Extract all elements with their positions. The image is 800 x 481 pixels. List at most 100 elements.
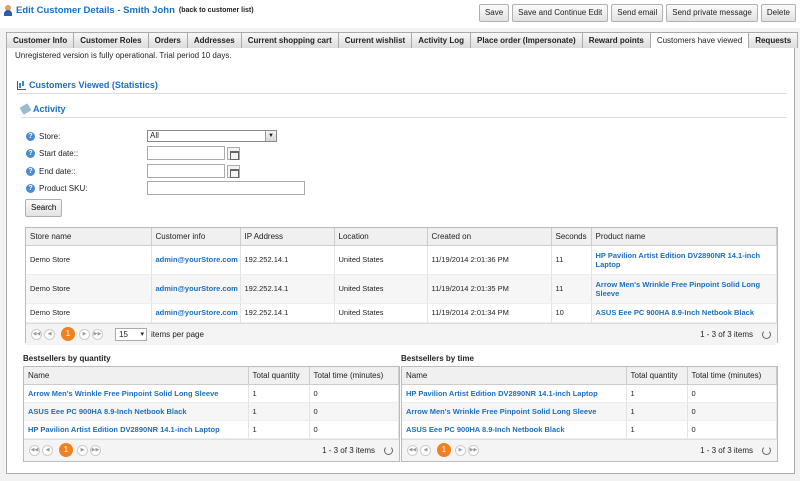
pager-info: 1 - 3 of 3 items bbox=[700, 445, 753, 455]
chevron-down-icon: ▼ bbox=[265, 131, 276, 141]
name-cell: HP Pavilion Artist Edition DV2890NR 14.1… bbox=[24, 420, 249, 439]
first-page-icon[interactable]: ◀◀ bbox=[29, 444, 40, 456]
tab-orders[interactable]: Orders bbox=[147, 32, 188, 48]
prev-page-icon[interactable]: ◀ bbox=[44, 328, 55, 340]
tab-shopping-cart[interactable]: Current shopping cart bbox=[240, 32, 339, 48]
product-link[interactable]: ASUS Eee PC 900HA 8.9-Inch Netbook Black bbox=[596, 308, 755, 317]
send-email-button[interactable]: Send email bbox=[611, 4, 664, 22]
product-link[interactable]: HP Pavilion Artist Edition DV2890NR 14.1… bbox=[406, 389, 598, 398]
pager: ◀◀ ◀ 1 ▶ ▶▶ 1 - 3 of 3 items bbox=[24, 438, 399, 461]
column-header[interactable]: Total time (minutes) bbox=[309, 367, 399, 385]
send-private-message-button[interactable]: Send private message bbox=[666, 4, 758, 22]
page-size-select[interactable]: 15 bbox=[115, 327, 147, 341]
tab-addresses[interactable]: Addresses bbox=[186, 32, 242, 48]
column-header[interactable]: Product name bbox=[591, 228, 777, 246]
help-icon[interactable]: ? bbox=[26, 183, 35, 193]
prev-page-icon[interactable]: ◀ bbox=[420, 444, 431, 456]
seconds-cell: 11 bbox=[551, 274, 592, 304]
table-row: Arrow Men's Wrinkle Free Pinpoint Solid … bbox=[402, 402, 777, 421]
product-link[interactable]: ASUS Eee PC 900HA 8.9-Inch Netbook Black bbox=[406, 425, 565, 434]
prev-page-icon[interactable]: ◀ bbox=[42, 444, 53, 456]
bestsellers-time-title: Bestsellers by time bbox=[401, 354, 474, 363]
column-header[interactable]: Seconds bbox=[551, 228, 592, 246]
table-row: ASUS Eee PC 900HA 8.9-Inch Netbook Black… bbox=[402, 420, 777, 439]
start-date-input[interactable] bbox=[147, 146, 225, 160]
tab-bar: Customer Info Customer Roles Orders Addr… bbox=[6, 32, 799, 49]
ip-cell: 192.252.14.1 bbox=[240, 245, 335, 275]
delete-button[interactable]: Delete bbox=[760, 4, 796, 22]
help-icon[interactable]: ? bbox=[26, 131, 35, 141]
tab-customer-roles[interactable]: Customer Roles bbox=[73, 32, 149, 48]
save-button[interactable]: Save bbox=[478, 4, 510, 22]
tab-wishlist[interactable]: Current wishlist bbox=[337, 32, 413, 48]
table-row: HP Pavilion Artist Edition DV2890NR 14.1… bbox=[24, 420, 399, 439]
column-header[interactable]: Store name bbox=[26, 228, 152, 246]
column-header[interactable]: Name bbox=[24, 367, 249, 385]
back-to-customer-list-link[interactable]: (back to customer list) bbox=[179, 7, 254, 14]
store-select[interactable]: All ▼ bbox=[147, 130, 277, 142]
product-cell: HP Pavilion Artist Edition DV2890NR 14.1… bbox=[591, 245, 777, 275]
help-icon[interactable]: ? bbox=[26, 166, 35, 176]
product-link[interactable]: HP Pavilion Artist Edition DV2890NR 14.1… bbox=[596, 251, 761, 269]
current-page[interactable]: 1 bbox=[59, 443, 73, 457]
toolbar: Save Save and Continue Edit Send email S… bbox=[478, 4, 796, 22]
product-link[interactable]: Arrow Men's Wrinkle Free Pinpoint Solid … bbox=[596, 280, 761, 298]
save-continue-button[interactable]: Save and Continue Edit bbox=[512, 4, 609, 22]
table-row: Demo Store admin@yourStore.com 192.252.1… bbox=[26, 303, 777, 323]
location-cell: United States bbox=[334, 274, 428, 304]
current-page[interactable]: 1 bbox=[437, 443, 451, 457]
end-date-input[interactable] bbox=[147, 164, 225, 178]
sku-input[interactable] bbox=[147, 181, 305, 195]
last-page-icon[interactable]: ▶▶ bbox=[468, 444, 479, 456]
column-header[interactable]: Location bbox=[334, 228, 428, 246]
ip-cell: 192.252.14.1 bbox=[240, 274, 335, 304]
next-page-icon[interactable]: ▶ bbox=[77, 444, 88, 456]
refresh-icon[interactable] bbox=[762, 445, 771, 455]
column-header[interactable]: Created on bbox=[427, 228, 552, 246]
customer-link[interactable]: admin@yourStore.com bbox=[156, 308, 238, 317]
calendar-icon[interactable] bbox=[227, 146, 240, 160]
section-header: Customers Viewed (Statistics) bbox=[17, 80, 787, 94]
end-date-label: End date:: bbox=[39, 166, 76, 176]
column-header[interactable]: IP Address bbox=[240, 228, 335, 246]
start-date-label: Start date:: bbox=[39, 148, 79, 158]
refresh-icon[interactable] bbox=[762, 329, 771, 339]
search-button[interactable]: Search bbox=[25, 199, 63, 217]
column-header[interactable]: Total quantity bbox=[248, 367, 310, 385]
current-page[interactable]: 1 bbox=[61, 327, 75, 341]
next-page-icon[interactable]: ▶ bbox=[455, 444, 466, 456]
table-header-row: Name Total quantity Total time (minutes) bbox=[402, 367, 777, 385]
tab-reward-points[interactable]: Reward points bbox=[581, 32, 651, 48]
product-link[interactable]: Arrow Men's Wrinkle Free Pinpoint Solid … bbox=[28, 389, 218, 398]
title-wrap: Edit Customer Details - Smith John (back… bbox=[3, 5, 254, 16]
activity-header: Activity bbox=[19, 103, 787, 118]
time-cell: 0 bbox=[309, 420, 399, 439]
column-header[interactable]: Total time (minutes) bbox=[687, 367, 777, 385]
calendar-icon[interactable] bbox=[227, 164, 240, 178]
customer-link[interactable]: admin@yourStore.com bbox=[156, 255, 238, 264]
column-header[interactable]: Name bbox=[402, 367, 627, 385]
last-page-icon[interactable]: ▶▶ bbox=[92, 328, 103, 340]
tab-requests[interactable]: Requests bbox=[748, 32, 799, 48]
tab-place-order[interactable]: Place order (Impersonate) bbox=[470, 32, 583, 48]
trial-notice: Unregistered version is fully operationa… bbox=[15, 51, 232, 60]
tab-customers-have-viewed[interactable]: Customers have viewed bbox=[649, 32, 750, 49]
last-page-icon[interactable]: ▶▶ bbox=[90, 444, 101, 456]
refresh-icon[interactable] bbox=[384, 445, 393, 455]
column-header[interactable]: Total quantity bbox=[626, 367, 688, 385]
first-page-icon[interactable]: ◀◀ bbox=[407, 444, 418, 456]
tab-activity-log[interactable]: Activity Log bbox=[411, 32, 471, 48]
product-link[interactable]: ASUS Eee PC 900HA 8.9-Inch Netbook Black bbox=[28, 407, 187, 416]
product-link[interactable]: Arrow Men's Wrinkle Free Pinpoint Solid … bbox=[406, 407, 596, 416]
help-icon[interactable]: ? bbox=[26, 148, 35, 158]
product-link[interactable]: HP Pavilion Artist Edition DV2890NR 14.1… bbox=[28, 425, 220, 434]
bestsellers-qty-table: Name Total quantity Total time (minutes)… bbox=[24, 367, 399, 439]
column-header[interactable]: Customer info bbox=[151, 228, 241, 246]
user-icon bbox=[3, 5, 13, 16]
store-select-value: All bbox=[150, 131, 159, 140]
first-page-icon[interactable]: ◀◀ bbox=[31, 328, 42, 340]
next-page-icon[interactable]: ▶ bbox=[79, 328, 90, 340]
tab-customer-info[interactable]: Customer Info bbox=[6, 32, 75, 48]
time-cell: 0 bbox=[687, 402, 777, 421]
customer-link[interactable]: admin@yourStore.com bbox=[156, 284, 238, 293]
